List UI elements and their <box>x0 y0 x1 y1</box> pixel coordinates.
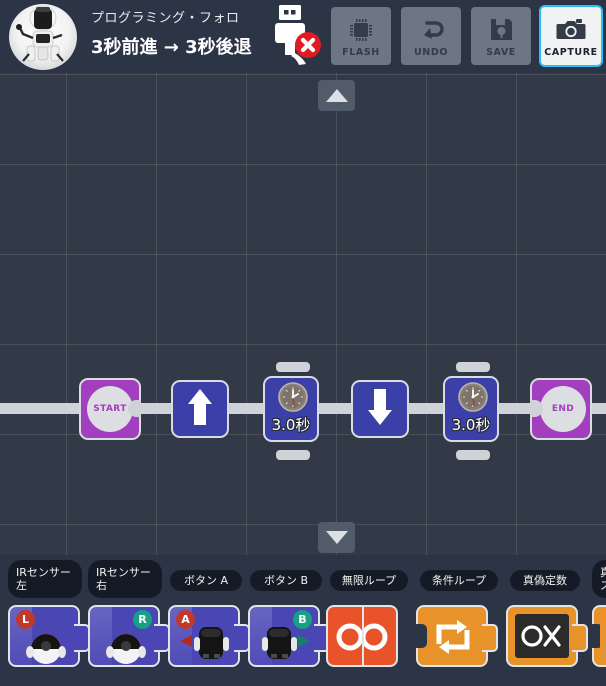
undo-arrow-icon <box>416 15 446 45</box>
app-root: プログラミング・フォロ 3秒前進 → 3秒後退 FLASH UNDO SAVE … <box>0 0 606 686</box>
palette-label-ir-left: IRセンサー 左 <box>8 560 82 598</box>
wire-segment <box>0 403 82 414</box>
block-end-label: END <box>540 386 586 432</box>
triangle-up-icon <box>325 89 348 102</box>
palette-block-truth-partial[interactable] <box>592 605 606 667</box>
palette-block-conditional-loop[interactable] <box>416 605 498 667</box>
circle-cross-icon <box>515 614 569 662</box>
palette-block-ir-left[interactable]: L <box>8 605 90 669</box>
block-end[interactable]: END <box>530 378 592 440</box>
robot-body-icon <box>260 623 300 669</box>
connector-knob <box>482 624 498 652</box>
app-header: プログラミング・フォロ 3秒前進 → 3秒後退 FLASH UNDO SAVE … <box>0 0 606 73</box>
connector-socket <box>416 624 427 648</box>
flash-button-label: FLASH <box>342 46 380 58</box>
direction-arrow-right-icon <box>296 633 312 653</box>
badge-r: R <box>133 610 152 629</box>
palette-label-conditional-loop: 条件ループ <box>420 570 498 591</box>
clock-icon <box>458 382 488 416</box>
usb-disconnected-icon <box>270 3 322 65</box>
page-title: 3秒前進 → 3秒後退 <box>91 37 252 58</box>
palette-label-truth-partial: 真 ス <box>592 560 606 598</box>
block-move-forward[interactable] <box>171 380 229 438</box>
palette-label-ir-left-line2: 左 <box>16 579 27 592</box>
scroll-down-button[interactable] <box>318 522 355 553</box>
palette-block-infinite-loop[interactable] <box>326 605 398 667</box>
palette-label-ir-right-line1: IRセンサー <box>96 566 151 579</box>
block-timer-1[interactable]: 3.0秒 <box>263 362 319 460</box>
palette-label-truth-partial-line1: 真 <box>600 566 606 579</box>
save-button[interactable]: SAVE <box>471 7 531 65</box>
block-palette[interactable]: IRセンサー 左 IRセンサー 右 ボタン A ボタン B 無限ループ 条件ルー… <box>0 555 606 686</box>
timer-2-value: 3.0秒 <box>451 416 491 434</box>
wire-segment <box>138 403 174 414</box>
connector-nub-top <box>276 362 310 372</box>
palette-label-boolean-constant: 真偽定数 <box>510 570 580 591</box>
capture-button[interactable]: CAPTURE <box>541 7 601 65</box>
palette-label-ir-right: IRセンサー 右 <box>88 560 162 598</box>
scroll-up-button[interactable] <box>318 80 355 111</box>
block-start[interactable]: START <box>79 378 141 440</box>
palette-block-boolean-constant[interactable] <box>506 605 588 667</box>
arrow-up-icon <box>187 387 213 431</box>
wire-segment <box>407 403 445 414</box>
palette-label-button-a: ボタン A <box>170 570 242 591</box>
connector-nub-bottom <box>276 450 310 460</box>
capture-button-label: CAPTURE <box>544 46 598 58</box>
robot-avatar-icon <box>9 4 77 70</box>
palette-label-ir-right-line2: 右 <box>96 579 107 592</box>
wire-segment <box>317 403 353 414</box>
badge-b: B <box>293 610 312 629</box>
block-start-label: START <box>87 386 133 432</box>
robot-head-icon <box>105 627 147 669</box>
undo-button[interactable]: UNDO <box>401 7 461 65</box>
undo-button-label: UNDO <box>413 46 449 58</box>
robot-body-icon <box>192 623 232 669</box>
connector-nub-top <box>456 362 490 372</box>
palette-label-button-b: ボタン B <box>250 570 322 591</box>
block-center-seam <box>362 607 364 665</box>
save-button-label: SAVE <box>486 46 516 58</box>
flash-button[interactable]: FLASH <box>331 7 391 65</box>
clock-icon <box>278 382 308 416</box>
canvas-grid <box>0 73 606 555</box>
chip-icon <box>348 15 374 45</box>
loop-arrows-icon <box>433 618 473 660</box>
connector-nub-bottom <box>456 450 490 460</box>
block-timer-2[interactable]: 3.0秒 <box>443 362 499 460</box>
partial-block-icon <box>600 615 606 659</box>
connector-notch <box>128 400 141 417</box>
wire-segment <box>590 403 606 414</box>
palette-label-ir-left-line1: IRセンサー <box>16 566 71 579</box>
header-subtitle: プログラミング・フォロ <box>91 11 240 26</box>
triangle-down-icon <box>325 531 348 544</box>
program-canvas[interactable]: START 3.0秒 3.0秒 END <box>0 73 606 555</box>
wire-segment <box>227 403 265 414</box>
direction-arrow-left-icon <box>178 633 194 653</box>
badge-a: A <box>176 610 195 629</box>
arrow-down-icon <box>367 387 393 431</box>
connector-knob <box>572 624 588 652</box>
robot-head-icon <box>25 627 67 669</box>
palette-block-button-b[interactable]: B <box>248 605 330 669</box>
floppy-disk-icon <box>489 15 514 45</box>
palette-label-truth-partial-line2: ス <box>600 579 606 592</box>
timer-1-value: 3.0秒 <box>271 416 311 434</box>
badge-l: L <box>16 610 35 629</box>
block-move-backward[interactable] <box>351 380 409 438</box>
palette-label-infinite-loop: 無限ループ <box>330 570 408 591</box>
camera-icon <box>556 15 586 45</box>
palette-block-ir-right[interactable]: R <box>88 605 170 669</box>
palette-block-button-a[interactable]: A <box>168 605 250 669</box>
